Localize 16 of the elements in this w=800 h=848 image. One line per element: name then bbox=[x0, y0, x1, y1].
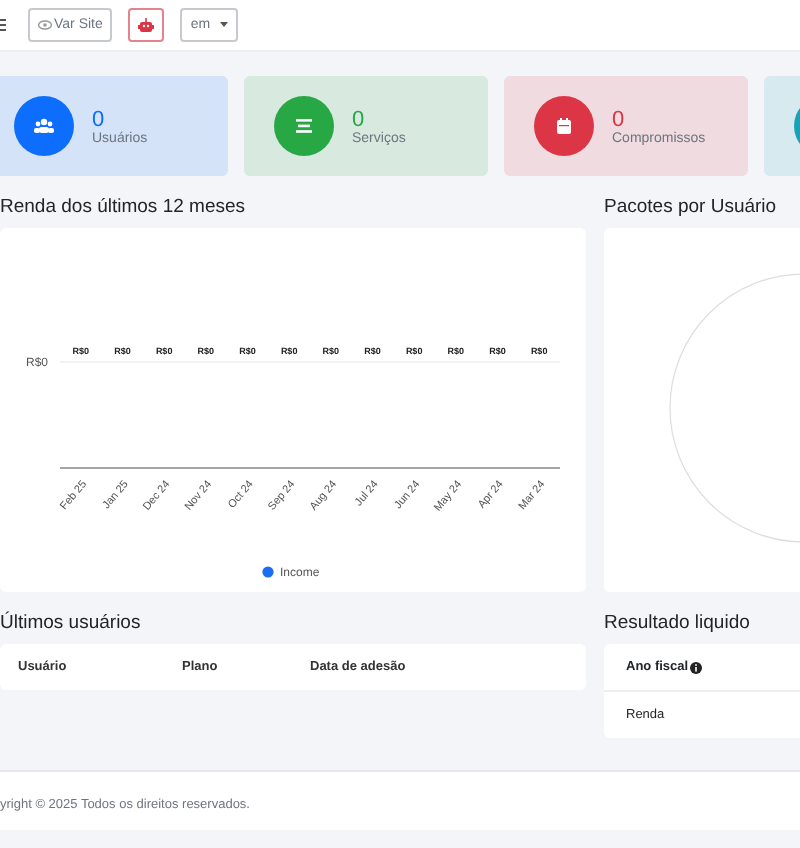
robot-button[interactable] bbox=[128, 8, 165, 42]
menu-icon[interactable] bbox=[0, 18, 6, 32]
list-icon bbox=[296, 118, 312, 134]
stat-value: 0 bbox=[92, 107, 107, 131]
section-title: Últimos usuários bbox=[0, 609, 143, 638]
info-icon[interactable] bbox=[690, 661, 703, 673]
panel-title: Pacotes por Usuário bbox=[604, 194, 779, 222]
stat-value: 0 bbox=[612, 107, 627, 131]
robot-icon bbox=[138, 18, 155, 32]
calendar-icon bbox=[556, 118, 572, 134]
stat-value: 0 bbox=[352, 107, 367, 131]
section-title: Resultado liquido bbox=[604, 610, 752, 638]
users-icon bbox=[34, 118, 54, 134]
eye-icon bbox=[38, 20, 52, 30]
panel-title: Renda dos últimos 12 meses bbox=[0, 194, 248, 222]
caret-icon bbox=[220, 22, 229, 28]
